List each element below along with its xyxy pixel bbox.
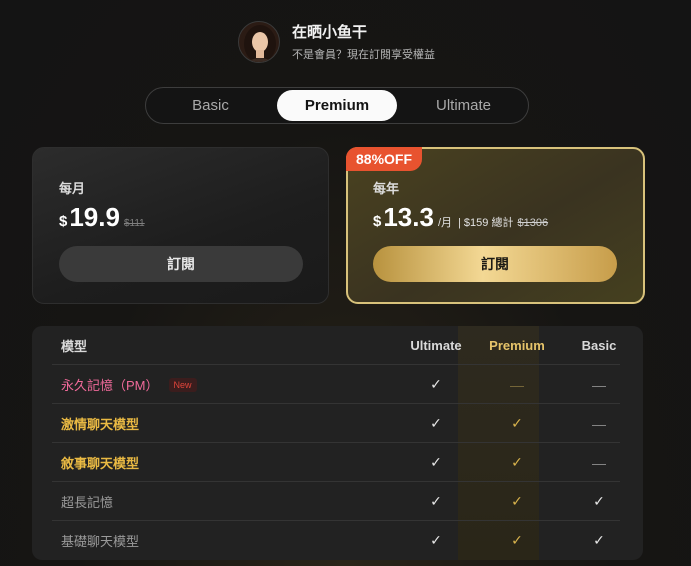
discount-badge: 88%OFF xyxy=(346,147,423,171)
price-row: $ 19.9 $111 xyxy=(59,202,145,233)
check-icon: ✓ xyxy=(511,454,523,470)
feature-name: 敘事聊天模型 xyxy=(61,456,140,471)
user-name: 在晒小鱼干 xyxy=(292,23,368,41)
feature-name: 基礎聊天模型 xyxy=(61,534,140,549)
dash-icon: — xyxy=(510,376,524,393)
monthly-plan-card[interactable]: 每月 $ 19.9 $111 訂閱 xyxy=(32,147,329,304)
tab-basic[interactable]: Basic xyxy=(148,90,273,121)
original-price: $1306 xyxy=(517,217,549,229)
feature-name: 激情聊天模型 xyxy=(61,417,140,432)
check-icon: ✓ xyxy=(430,493,442,509)
currency-symbol: $ xyxy=(373,213,382,230)
price-amount: 19.9 xyxy=(69,202,120,232)
check-icon: ✓ xyxy=(430,376,442,392)
header-premium: Premium xyxy=(489,338,545,353)
check-icon: ✓ xyxy=(593,493,605,509)
table-header-row: 模型 Ultimate Premium Basic xyxy=(52,326,620,365)
membership-prompt: 不是會員？現在訂閱享受權益 xyxy=(292,48,435,61)
avatar[interactable] xyxy=(238,21,280,63)
tab-ultimate[interactable]: Ultimate xyxy=(401,90,526,121)
new-badge: New xyxy=(168,377,197,392)
check-icon: ✓ xyxy=(511,493,523,509)
plan-period: 每月 xyxy=(59,181,86,196)
feature-label: 永久記憶（PM） xyxy=(61,378,159,393)
feature-name: 永久記憶（PM） New xyxy=(61,365,197,404)
original-price: $111 xyxy=(123,218,145,229)
user-info: 在晒小鱼干 不是會員？現在訂閱享受權益 xyxy=(292,23,435,62)
currency-symbol: $ xyxy=(59,213,68,230)
header-ultimate: Ultimate xyxy=(410,338,462,353)
check-icon: ✓ xyxy=(593,532,605,548)
table-row: 基礎聊天模型 ✓ ✓ ✓ xyxy=(52,521,620,560)
user-header: 在晒小鱼干 不是會員？現在訂閱享受權益 xyxy=(238,21,435,63)
table-row: 激情聊天模型 ✓ ✓ — xyxy=(52,404,620,443)
subscribe-yearly-button[interactable]: 訂閱 xyxy=(373,246,617,282)
dash-icon: — xyxy=(592,415,606,432)
plan-tier-tabs: Basic Premium Ultimate xyxy=(145,87,529,124)
total-label: | $159 總計 xyxy=(458,217,514,229)
check-icon: ✓ xyxy=(430,415,442,431)
header-basic: Basic xyxy=(581,338,617,353)
check-icon: ✓ xyxy=(430,532,442,548)
check-icon: ✓ xyxy=(430,454,442,470)
check-icon: ✓ xyxy=(511,415,523,431)
price-row: $ 13.3 /月 | $159 總計 $1306 xyxy=(373,202,548,233)
table-row: 敘事聊天模型 ✓ ✓ — xyxy=(52,443,620,482)
feature-comparison-table: 模型 Ultimate Premium Basic 永久記憶（PM） New ✓ … xyxy=(32,326,643,560)
price-amount: 13.3 xyxy=(383,202,434,232)
yearly-plan-card[interactable]: 88%OFF 每年 $ 13.3 /月 | $159 總計 $1306 訂閱 xyxy=(346,147,645,304)
price-unit: /月 xyxy=(437,217,453,229)
table-row: 超長記憶 ✓ ✓ ✓ xyxy=(52,482,620,521)
subscribe-monthly-button[interactable]: 訂閱 xyxy=(59,246,303,282)
plan-period: 每年 xyxy=(373,181,400,196)
feature-name: 超長記憶 xyxy=(61,495,114,510)
tab-premium[interactable]: Premium xyxy=(277,90,397,121)
table-row: 永久記憶（PM） New ✓ — — xyxy=(52,365,620,404)
dash-icon: — xyxy=(592,376,606,393)
total-price: | $159 總計 $1306 xyxy=(458,214,548,230)
header-model: 模型 xyxy=(61,339,88,354)
dash-icon: — xyxy=(592,454,606,471)
check-icon: ✓ xyxy=(511,532,523,548)
